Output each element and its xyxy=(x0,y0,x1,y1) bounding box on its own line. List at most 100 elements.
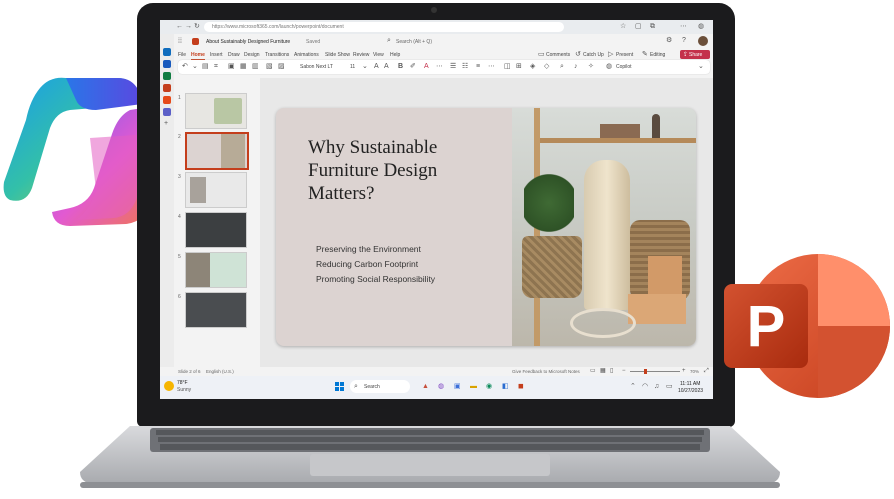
avatar[interactable] xyxy=(698,36,708,46)
file-explorer-icon[interactable]: ▬ xyxy=(470,383,477,390)
edge-browser-icon[interactable]: ◉ xyxy=(486,383,492,390)
outlook-app-icon[interactable] xyxy=(163,48,171,56)
copilot-button[interactable]: Copilot xyxy=(616,64,632,70)
slide-bullet-1[interactable]: Preserving the Environment xyxy=(316,244,421,254)
highlight-icon[interactable]: ✐ xyxy=(410,63,416,70)
back-arrow-icon[interactable]: ← xyxy=(176,23,183,30)
ribbon-collapse-icon[interactable]: ⌄ xyxy=(698,63,704,70)
office-app-icon[interactable] xyxy=(163,96,171,104)
comments-button[interactable]: Comments xyxy=(546,52,570,58)
zoom-slider-thumb[interactable] xyxy=(644,369,647,374)
windows-start-icon[interactable] xyxy=(335,382,345,392)
slide-thumbnail-4[interactable] xyxy=(185,212,247,248)
find-icon[interactable]: ⌕ xyxy=(560,63,564,70)
edge-copilot-icon[interactable]: ◍ xyxy=(698,23,704,30)
bullets-icon[interactable]: ☰ xyxy=(450,63,456,70)
clock-date[interactable]: 10/27/2023 xyxy=(678,388,703,394)
tab-slide-show[interactable]: Slide Show xyxy=(325,52,350,58)
fit-slide-icon[interactable]: ⤢ xyxy=(704,368,709,374)
format-painter-icon[interactable]: ⌗ xyxy=(214,63,218,70)
taskbar-search-box[interactable]: ⌕ Search xyxy=(350,380,410,393)
reuse-slides-icon[interactable]: ▧ xyxy=(266,63,273,70)
font-color-icon[interactable]: A xyxy=(424,63,429,70)
undo-icon[interactable]: ↶ xyxy=(182,63,188,70)
collections-icon[interactable]: ▢ xyxy=(635,23,642,30)
tab-home[interactable]: Home xyxy=(191,52,205,58)
numbering-icon[interactable]: ☷ xyxy=(462,63,468,70)
settings-gear-icon[interactable]: ⚙ xyxy=(666,37,672,44)
tab-animations[interactable]: Animations xyxy=(294,52,319,58)
battery-icon[interactable]: ▭ xyxy=(666,383,673,390)
redo-icon[interactable]: ⌄ xyxy=(192,63,198,70)
present-button[interactable]: Present xyxy=(616,52,633,58)
powerpoint-app-icon[interactable] xyxy=(163,84,171,92)
add-app-icon[interactable]: + xyxy=(164,120,168,127)
address-bar[interactable]: https://www.microsoft365.com/launch/powe… xyxy=(204,22,564,32)
tab-help[interactable]: Help xyxy=(390,52,400,58)
font-name-select[interactable]: Sabon Next LT xyxy=(300,64,333,70)
normal-view-icon[interactable]: ▭ xyxy=(590,368,596,374)
wifi-icon[interactable]: ◠ xyxy=(642,383,648,390)
picture-icon[interactable]: ▨ xyxy=(278,63,285,70)
widgets-icon[interactable]: ▣ xyxy=(454,383,461,390)
sorter-view-icon[interactable]: ▦ xyxy=(600,368,606,374)
teams-app-icon[interactable] xyxy=(163,108,171,116)
slide-bullet-2[interactable]: Reducing Carbon Footprint xyxy=(316,259,418,269)
section-icon[interactable]: ▥ xyxy=(252,63,259,70)
catch-up-button[interactable]: Catch Up xyxy=(583,52,604,58)
font-size-dropdown-icon[interactable]: ⌄ xyxy=(362,63,368,70)
weather-sun-icon[interactable] xyxy=(164,381,174,391)
increase-font-icon[interactable]: A xyxy=(374,63,379,70)
copilot-small-icon[interactable]: ◍ xyxy=(606,63,612,70)
shapes-icon[interactable]: ◫ xyxy=(504,63,511,70)
editing-mode-button[interactable]: Editing xyxy=(650,52,665,58)
tray-chevron-icon[interactable]: ⌃ xyxy=(630,383,636,390)
more-paragraph-icon[interactable]: ⋯ xyxy=(488,63,495,70)
tab-file[interactable]: File xyxy=(178,52,186,58)
zoom-in-icon[interactable]: + xyxy=(682,368,686,374)
slide-title[interactable]: Why Sustainable Furniture Design Matters… xyxy=(308,136,508,205)
volume-icon[interactable]: ♫ xyxy=(654,383,659,390)
favorites-icon[interactable]: ☆ xyxy=(620,23,626,30)
tab-draw[interactable]: Draw xyxy=(228,52,240,58)
help-icon[interactable]: ? xyxy=(682,37,686,44)
current-slide[interactable]: Why Sustainable Furniture Design Matters… xyxy=(276,108,696,346)
weather-temp[interactable]: 78°F xyxy=(177,380,188,386)
slide-thumbnail-2[interactable] xyxy=(185,132,249,170)
zoom-slider[interactable] xyxy=(630,371,680,372)
layout-icon[interactable]: ▦ xyxy=(240,63,247,70)
zoom-out-icon[interactable]: − xyxy=(622,368,626,374)
new-slide-icon[interactable]: ▣ xyxy=(228,63,235,70)
app-launcher-icon[interactable]: ⁞⁞ xyxy=(178,38,182,45)
share-button[interactable]: Share ⇪ xyxy=(680,50,710,59)
tab-insert[interactable]: Insert xyxy=(210,52,223,58)
word-app-icon[interactable] xyxy=(163,60,171,68)
extensions-icon[interactable]: ⧉ xyxy=(650,23,655,30)
slide-thumbnail-5[interactable] xyxy=(185,252,247,288)
reading-view-icon[interactable]: ▯ xyxy=(610,368,613,374)
shape-outline-icon[interactable]: ◇ xyxy=(544,63,549,70)
arrange-icon[interactable]: ⊞ xyxy=(516,63,522,70)
store-icon[interactable]: ◧ xyxy=(502,383,509,390)
bold-icon[interactable]: B xyxy=(398,63,403,70)
decrease-font-icon[interactable]: A xyxy=(384,63,389,70)
slide-thumbnail-3[interactable] xyxy=(185,172,247,208)
powerpoint-taskbar-icon[interactable]: ◼ xyxy=(518,383,524,390)
align-icon[interactable]: ≡ xyxy=(476,63,480,70)
paste-icon[interactable]: ▤ xyxy=(202,63,209,70)
slide-thumbnail-6[interactable] xyxy=(185,292,247,328)
browser-menu-icon[interactable]: ⋯ xyxy=(680,23,687,30)
copilot-taskbar-icon[interactable]: ◍ xyxy=(438,383,444,390)
tab-transitions[interactable]: Transitions xyxy=(265,52,289,58)
feedback-link[interactable]: Give Feedback to Microsoft xyxy=(512,369,567,374)
forward-arrow-icon[interactable]: → xyxy=(185,23,192,30)
tab-view[interactable]: View xyxy=(373,52,384,58)
slide-thumbnail-1[interactable] xyxy=(185,93,247,129)
slide-furniture-photo[interactable] xyxy=(512,108,696,346)
document-title[interactable]: About Sustainably Designed Furniture xyxy=(206,39,290,45)
designer-icon[interactable]: ✧ xyxy=(588,63,594,70)
task-view-icon[interactable]: ▲ xyxy=(422,383,429,390)
search-input[interactable]: Search (Alt + Q) xyxy=(396,39,432,45)
clock-time[interactable]: 11:11 AM xyxy=(680,381,700,387)
tab-review[interactable]: Review xyxy=(353,52,369,58)
